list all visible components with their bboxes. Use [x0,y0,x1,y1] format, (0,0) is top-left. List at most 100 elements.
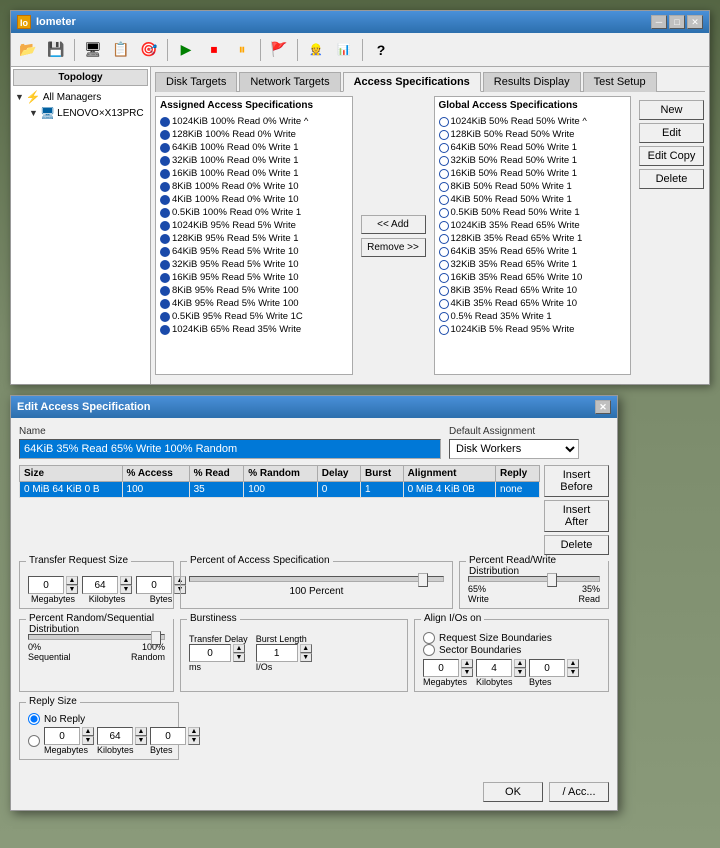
align-kb-input[interactable] [476,659,512,677]
list-item[interactable]: 64KiB 100% Read 0% Write 1 [158,141,350,154]
list-item[interactable]: 8KiB 35% Read 65% Write 10 [437,284,629,297]
close-button[interactable]: ✕ [687,15,703,29]
list-item[interactable]: 8KiB 50% Read 50% Write 1 [437,180,629,193]
list-item[interactable]: 16KiB 100% Read 0% Write 1 [158,167,350,180]
reply-b-up[interactable]: ▲ [188,727,200,736]
list-item[interactable]: 8KiB 95% Read 5% Write 100 [158,284,350,297]
global-specs-list[interactable]: 1024KiB 50% Read 50% Write ^ 128KiB 50% … [437,115,629,368]
name-input[interactable] [19,439,441,459]
list-item[interactable]: 128KiB 35% Read 65% Write 1 [437,232,629,245]
start-button[interactable]: ▶ [173,37,199,63]
edit-copy-button[interactable]: Edit Copy [639,146,704,166]
workers-button[interactable]: 👷 [303,37,329,63]
align-sector-radio[interactable] [423,644,435,656]
b-input[interactable] [136,576,172,594]
open-button[interactable]: 📂 [15,37,41,63]
rw-slider-track[interactable] [468,576,600,582]
kb-down[interactable]: ▼ [120,585,132,594]
topology-pc[interactable]: ▼ 🖥 LENOVO×X13PRC [13,105,148,121]
config-button[interactable]: 📋 [108,37,134,63]
random-slider-track[interactable] [28,634,165,640]
align-b-up[interactable]: ▲ [567,659,579,668]
flag-button[interactable]: 🚩 [266,37,292,63]
delay-input[interactable] [189,644,231,662]
list-item[interactable]: 32KiB 100% Read 0% Write 1 [158,154,350,167]
reply-mb-input[interactable] [44,727,80,745]
list-item[interactable]: 128KiB 95% Read 5% Write 1 [158,232,350,245]
reply-mb-up[interactable]: ▲ [82,727,94,736]
stop-button[interactable]: ⏸ [229,37,255,63]
align-kb-down[interactable]: ▼ [514,668,526,677]
align-b-down[interactable]: ▼ [567,668,579,677]
topology-root[interactable]: ▼ ⚡ All Managers [13,89,148,105]
ok-button[interactable]: OK [483,782,543,802]
list-item[interactable]: 4KiB 50% Read 50% Write 1 [437,193,629,206]
list-item[interactable]: 4KiB 35% Read 65% Write 10 [437,297,629,310]
list-item[interactable]: 0.5% Read 35% Write 1 [437,310,629,323]
targets-button[interactable]: 🎯 [136,37,162,63]
burst-down[interactable]: ▼ [300,653,312,662]
list-item[interactable]: 16KiB 50% Read 50% Write 1 [437,167,629,180]
reply-b-down[interactable]: ▼ [188,736,200,745]
table-delete-button[interactable]: Delete [544,535,609,555]
list-item[interactable]: 0.5KiB 100% Read 0% Write 1 [158,206,350,219]
managers-button[interactable]: 📊 [331,37,357,63]
mb-down[interactable]: ▼ [66,585,78,594]
list-item[interactable]: 4KiB 95% Read 5% Write 100 [158,297,350,310]
tab-test-setup[interactable]: Test Setup [583,72,657,92]
tab-network-targets[interactable]: Network Targets [239,72,340,92]
reply-mb-down[interactable]: ▼ [82,736,94,745]
list-item[interactable]: 128KiB 100% Read 0% Write [158,128,350,141]
display-button[interactable]: 🖥 [80,37,106,63]
remove-button[interactable]: Remove >> [361,238,426,257]
reply-kb-down[interactable]: ▼ [135,736,147,745]
reply-kb-up[interactable]: ▲ [135,727,147,736]
list-item[interactable]: 128KiB 50% Read 50% Write [437,128,629,141]
add-button[interactable]: << Add [361,215,426,234]
no-reply-radio[interactable] [28,713,40,725]
access-slider-thumb[interactable] [418,573,428,587]
list-item[interactable]: 16KiB 95% Read 5% Write 10 [158,271,350,284]
kb-input[interactable] [82,576,118,594]
burst-up[interactable]: ▲ [300,644,312,653]
list-item[interactable]: 32KiB 35% Read 65% Write 1 [437,258,629,271]
list-item[interactable]: 1024KiB 65% Read 35% Write [158,323,350,336]
rw-slider-thumb[interactable] [547,573,557,587]
list-item[interactable]: 1024KiB 95% Read 5% Write [158,219,350,232]
list-item[interactable]: 32KiB 95% Read 5% Write 10 [158,258,350,271]
mb-input[interactable] [28,576,64,594]
tab-disk-targets[interactable]: Disk Targets [155,72,237,92]
minimize-button[interactable]: ─ [651,15,667,29]
burst-input[interactable] [256,644,298,662]
edit-button[interactable]: Edit [639,123,704,143]
list-item[interactable]: 64KiB 35% Read 65% Write 1 [437,245,629,258]
reply-size-radio[interactable] [28,735,40,747]
default-assignment-select[interactable]: Disk Workers [449,439,579,459]
delay-down[interactable]: ▼ [233,653,245,662]
list-item[interactable]: 0.5KiB 50% Read 50% Write 1 [437,206,629,219]
mb-up[interactable]: ▲ [66,576,78,585]
table-row[interactable]: 0 MiB 64 KiB 0 B 100 35 100 0 1 0 MiB 4 … [20,482,540,498]
list-item[interactable]: 16KiB 35% Read 65% Write 10 [437,271,629,284]
align-mb-down[interactable]: ▼ [461,668,473,677]
align-request-size-radio[interactable] [423,632,435,644]
list-item[interactable]: 1024KiB 5% Read 95% Write [437,323,629,336]
insert-after-button[interactable]: Insert After [544,500,609,532]
list-item[interactable]: 1024KiB 100% Read 0% Write ^ [158,115,350,128]
tab-results-display[interactable]: Results Display [483,72,581,92]
align-mb-up[interactable]: ▲ [461,659,473,668]
save-button[interactable]: 💾 [43,37,69,63]
tab-access-specifications[interactable]: Access Specifications [343,72,481,92]
list-item[interactable]: 32KiB 50% Read 50% Write 1 [437,154,629,167]
random-slider-thumb[interactable] [151,631,161,645]
list-item[interactable]: 0.5KiB 95% Read 5% Write 1C [158,310,350,323]
stop-all-button[interactable]: ⏹ [201,37,227,63]
list-item[interactable]: 1024KiB 35% Read 65% Write [437,219,629,232]
cancel-button[interactable]: / Acc... [549,782,609,802]
help-button[interactable]: ? [368,37,394,63]
reply-kb-input[interactable] [97,727,133,745]
dialog-close-button[interactable]: ✕ [595,400,611,414]
align-b-input[interactable] [529,659,565,677]
delay-up[interactable]: ▲ [233,644,245,653]
list-item[interactable]: 1024KiB 50% Read 50% Write ^ [437,115,629,128]
